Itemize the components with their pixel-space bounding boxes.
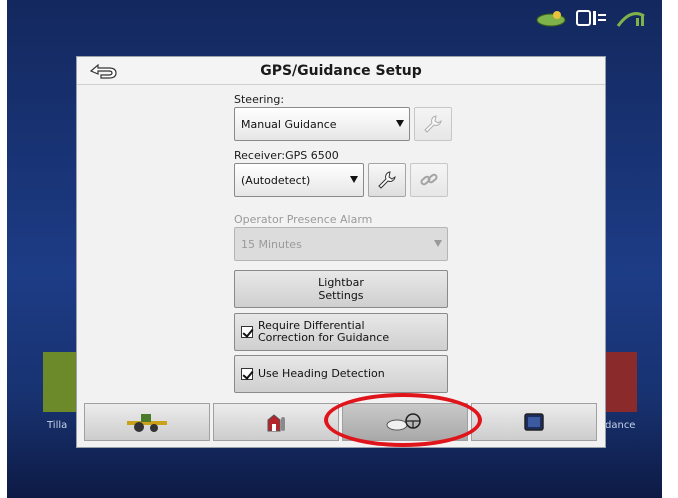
wrench-icon (378, 171, 396, 189)
receiver-select[interactable]: (Autodetect) (234, 163, 364, 197)
tractor-icon (127, 414, 167, 432)
receiver-label: Receiver:GPS 6500 (234, 149, 339, 162)
farm-icon (267, 414, 285, 432)
heading-detection-checkbox[interactable] (241, 368, 253, 380)
chevron-down-icon (350, 176, 358, 183)
chain-link-icon (420, 173, 438, 186)
receiver-settings-button[interactable] (368, 163, 406, 197)
alarm-label: Operator Presence Alarm (234, 213, 373, 226)
heading-detection-toggle[interactable]: Use Heading Detection (234, 355, 448, 393)
dialog-titlebar: GPS/Guidance Setup (77, 57, 605, 85)
tab-guidance[interactable] (342, 403, 468, 441)
differential-label-line2: Correction for Guidance (258, 331, 390, 344)
tab-display[interactable] (471, 403, 597, 441)
lightbar-settings-button[interactable]: Lightbar Settings (234, 270, 448, 308)
chevron-down-icon (396, 120, 404, 127)
gps-guidance-setup-dialog: GPS/Guidance Setup Steering: Manual Guid… (76, 56, 606, 448)
heading-detection-label: Use Heading Detection (258, 367, 385, 380)
alarm-select[interactable]: 15 Minutes (234, 227, 448, 261)
steering-wheel-icon (386, 413, 421, 431)
receiver-value: (Autodetect) (241, 173, 311, 187)
display-icon (524, 413, 544, 431)
steering-select[interactable]: Manual Guidance (234, 107, 410, 141)
receiver-link-button[interactable] (410, 163, 448, 197)
require-differential-checkbox[interactable] (241, 326, 253, 338)
bottom-tab-bar (84, 403, 600, 441)
tab-farm[interactable] (213, 403, 339, 441)
alarm-value: 15 Minutes (241, 237, 302, 251)
module-status-icon[interactable] (574, 6, 608, 30)
background-label-left: Tilla (47, 420, 68, 431)
status-bar (534, 6, 648, 30)
dialog-title: GPS/Guidance Setup (260, 63, 422, 79)
require-differential-toggle[interactable]: Require Differential Correction for Guid… (234, 313, 448, 351)
steering-label: Steering: (234, 93, 285, 106)
chevron-down-icon (434, 240, 442, 247)
tab-vehicle[interactable] (84, 403, 210, 441)
background-label-right: dance (605, 420, 636, 431)
steering-settings-button[interactable] (414, 107, 452, 141)
steering-value: Manual Guidance (241, 117, 337, 131)
wrench-icon (424, 115, 442, 133)
lightbar-label-line1: Lightbar (318, 276, 364, 289)
gps-status-icon[interactable] (534, 6, 568, 30)
lightbar-label-line2: Settings (318, 289, 364, 302)
wireless-status-icon[interactable] (614, 6, 648, 30)
